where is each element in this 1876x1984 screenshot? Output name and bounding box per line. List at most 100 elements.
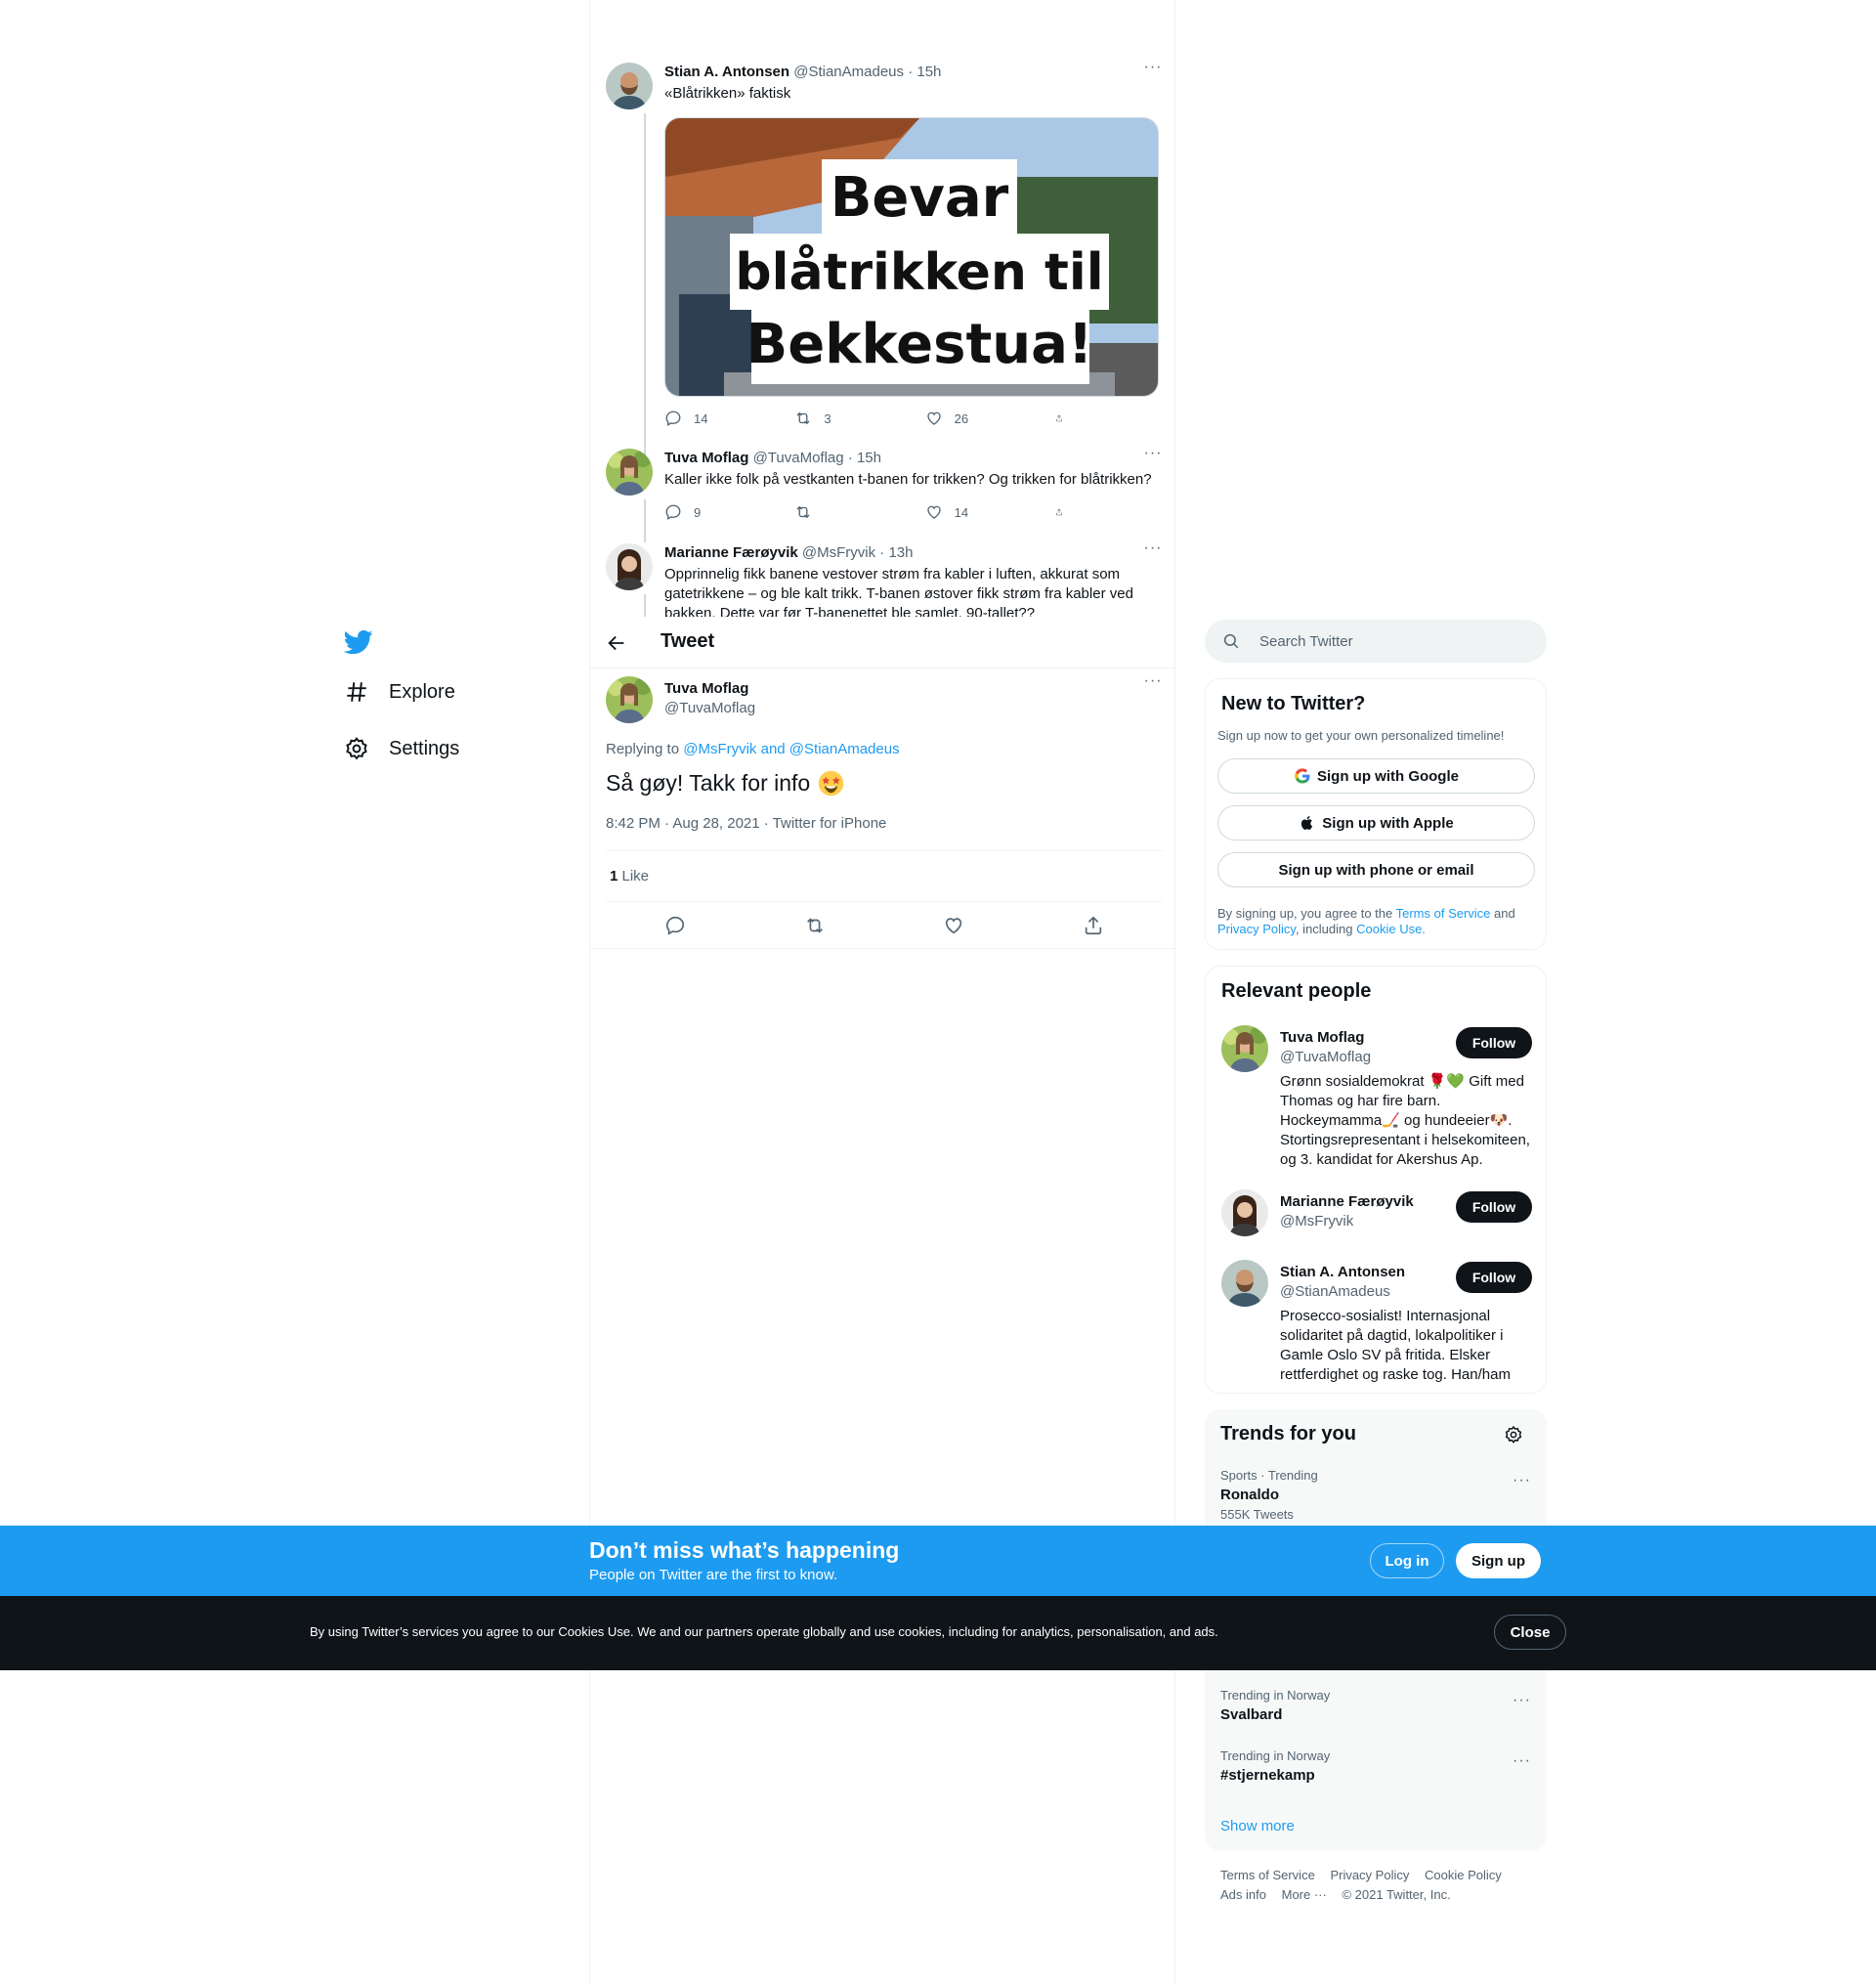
thread-tweet[interactable]: Marianne Færøyvik @MsFryvik · 13h Opprin…: [606, 543, 1163, 617]
gear-icon: [346, 737, 367, 760]
footer-ads-link[interactable]: Ads info: [1220, 1887, 1266, 1902]
cookie-use-link[interactable]: Cookie Use.: [1356, 922, 1426, 936]
avatar[interactable]: [606, 449, 653, 496]
trend-item[interactable]: Trending in Norway #stjernekamp ···: [1220, 1748, 1531, 1786]
more-options-icon[interactable]: ···: [1513, 1692, 1531, 1709]
more-options-icon[interactable]: ···: [1143, 60, 1163, 82]
like-summary[interactable]: 1 Like: [610, 868, 649, 884]
person-name[interactable]: Stian A. Antonsen: [1280, 1264, 1405, 1280]
heart-icon: [926, 505, 941, 519]
card-title: Relevant people: [1221, 980, 1372, 1002]
footer-privacy-link[interactable]: Privacy Policy: [1330, 1868, 1409, 1882]
privacy-policy-link[interactable]: Privacy Policy: [1217, 922, 1296, 936]
author-handle[interactable]: @StianAmadeus: [793, 64, 904, 80]
login-button[interactable]: Log in: [1370, 1543, 1444, 1578]
author-name[interactable]: Tuva Moflag: [664, 450, 748, 466]
reply-icon: [665, 504, 681, 520]
thread-tweet[interactable]: Stian A. Antonsen @StianAmadeus · 15h «B…: [606, 60, 1163, 489]
like-button[interactable]: 26: [925, 409, 1055, 428]
reply-icon: [665, 410, 681, 426]
share-icon[interactable]: [1083, 915, 1104, 936]
footer-cookie-link[interactable]: Cookie Policy: [1425, 1868, 1502, 1882]
replying-to-link[interactable]: @MsFryvik and @StianAmadeus: [683, 741, 899, 757]
avatar[interactable]: [1221, 1025, 1268, 1072]
footer-links: Terms of Service Privacy Policy Cookie P…: [1220, 1866, 1514, 1905]
person-handle[interactable]: @MsFryvik: [1280, 1213, 1353, 1229]
more-options-icon[interactable]: ···: [1143, 446, 1163, 468]
avatar[interactable]: [606, 63, 653, 109]
more-options-icon[interactable]: ···: [1143, 673, 1163, 696]
follow-button[interactable]: Follow: [1456, 1027, 1532, 1058]
thread-tweet[interactable]: Tuva Moflag @TuvaMoflag · 15h Kaller ikk…: [606, 446, 1163, 542]
heart-icon[interactable]: [943, 915, 964, 936]
reply-button[interactable]: 9: [664, 502, 794, 522]
avatar[interactable]: [1221, 1260, 1268, 1307]
like-count: 14: [954, 504, 969, 520]
retweet-icon[interactable]: [804, 915, 826, 936]
share-button[interactable]: [1055, 409, 1075, 428]
tweet-time[interactable]: · 15h: [848, 450, 881, 466]
share-button[interactable]: [1055, 502, 1075, 522]
footer-row: Ads info More ··· © 2021 Twitter, Inc.: [1220, 1885, 1514, 1905]
page-title: Tweet: [661, 630, 715, 652]
retweet-count: 3: [824, 410, 831, 426]
person-name[interactable]: Tuva Moflag: [1280, 1029, 1364, 1046]
trend-meta: Trending in Norway: [1220, 1748, 1331, 1763]
follow-button[interactable]: Follow: [1456, 1262, 1532, 1293]
back-arrow-icon[interactable]: [606, 632, 627, 654]
person-handle[interactable]: @TuvaMoflag: [1280, 1049, 1371, 1065]
footer-terms-link[interactable]: Terms of Service: [1220, 1868, 1315, 1882]
nav-item-settings[interactable]: Settings: [344, 731, 459, 766]
divider: [606, 850, 1163, 851]
trend-item[interactable]: Trending in Norway Svalbard ···: [1220, 1688, 1531, 1725]
retweet-button[interactable]: [794, 502, 924, 522]
tweet-page-header: Tweet: [590, 617, 1174, 669]
like-button[interactable]: 14: [925, 502, 1055, 522]
search-input[interactable]: [1259, 620, 1523, 663]
signup-button[interactable]: Sign up: [1456, 1543, 1541, 1578]
gear-icon[interactable]: [1504, 1425, 1523, 1445]
author-handle[interactable]: @TuvaMoflag: [753, 450, 844, 466]
footer-more-link[interactable]: More ···: [1282, 1887, 1327, 1902]
author-name[interactable]: Stian A. Antonsen: [664, 64, 789, 80]
author-name[interactable]: Tuva Moflag: [664, 680, 748, 697]
terms-of-service-link[interactable]: Terms of Service: [1396, 906, 1491, 921]
footer-copyright: © 2021 Twitter, Inc.: [1342, 1887, 1451, 1902]
search-icon: [1223, 633, 1239, 649]
avatar[interactable]: [606, 676, 653, 723]
more-options-icon[interactable]: ···: [1513, 1472, 1531, 1489]
signup-phone-label: Sign up with phone or email: [1278, 861, 1474, 879]
author-handle[interactable]: @MsFryvik: [802, 544, 875, 561]
avatar[interactable]: [606, 543, 653, 590]
reply-button[interactable]: 14: [664, 409, 794, 428]
more-options-icon[interactable]: ···: [1513, 1752, 1531, 1770]
nav-label-settings: Settings: [389, 737, 460, 759]
person-name[interactable]: Marianne Færøyvik: [1280, 1193, 1414, 1210]
twitter-logo-icon[interactable]: [344, 627, 373, 657]
more-options-icon[interactable]: ···: [1143, 543, 1163, 563]
follow-button[interactable]: Follow: [1456, 1191, 1532, 1223]
signup-phone-button[interactable]: Sign up with phone or email: [1217, 852, 1535, 887]
divider: [606, 901, 1163, 902]
retweet-button[interactable]: 3: [794, 409, 924, 428]
avatar[interactable]: [1221, 1189, 1268, 1236]
hashtag-icon: [347, 682, 366, 702]
person-handle[interactable]: @StianAmadeus: [1280, 1283, 1390, 1300]
author-name[interactable]: Marianne Færøyvik: [664, 544, 798, 561]
author-handle[interactable]: @TuvaMoflag: [664, 700, 755, 716]
signup-apple-button[interactable]: Sign up with Apple: [1217, 805, 1535, 841]
star-struck-emoji-icon: [818, 770, 844, 796]
footer-row: Terms of Service Privacy Policy Cookie P…: [1220, 1866, 1514, 1885]
reply-icon[interactable]: [664, 915, 686, 936]
tweet-time[interactable]: · 13h: [879, 544, 913, 561]
nav-item-explore[interactable]: Explore: [344, 674, 455, 710]
tweet-time[interactable]: · 15h: [908, 64, 941, 80]
tweet-timestamp[interactable]: 8:42 PM · Aug 28, 2021 · Twitter for iPh…: [606, 815, 886, 832]
signup-google-button[interactable]: Sign up with Google: [1217, 758, 1535, 794]
cookie-close-button[interactable]: Close: [1494, 1615, 1566, 1650]
search-bar[interactable]: [1205, 620, 1547, 663]
trend-item[interactable]: Sports · Trending Ronaldo 555K Tweets ··…: [1220, 1468, 1531, 1523]
show-more-link[interactable]: Show more: [1220, 1818, 1295, 1834]
relevant-people-card: Relevant people Tuva Moflag @TuvaMoflag …: [1205, 966, 1547, 1394]
tweet-media[interactable]: Bevar blåtrikken til Bekkestua!: [664, 117, 1159, 397]
